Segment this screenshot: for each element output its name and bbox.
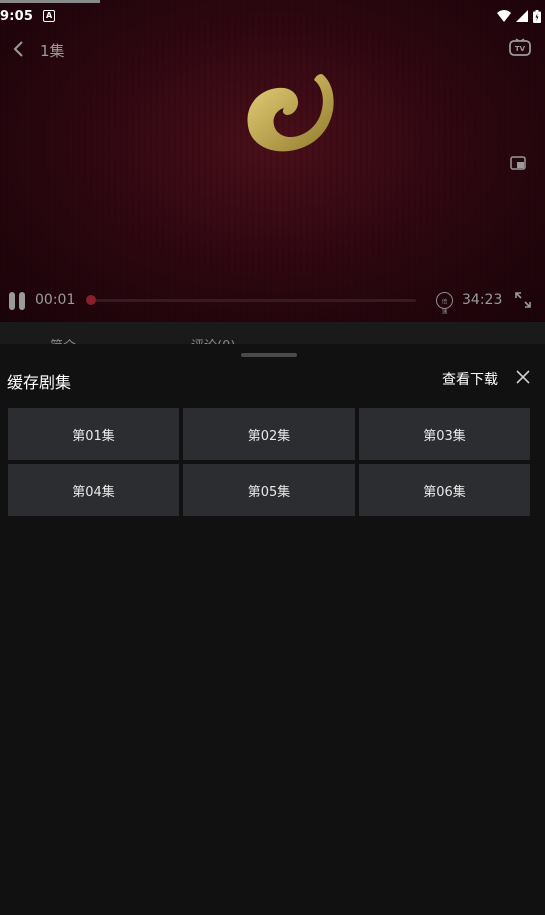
detail-tabs: 简介 评论(0) [0, 322, 545, 344]
picture-in-picture-icon[interactable] [510, 156, 526, 170]
current-time: 00:01 [35, 292, 76, 308]
fullscreen-icon[interactable] [514, 291, 532, 309]
sheet-title: 缓存剧集 [7, 373, 72, 392]
progress-thumb[interactable] [86, 295, 96, 305]
speed-icon[interactable]: 倍速 [436, 292, 453, 315]
episode-button-04[interactable]: 第04集 [8, 464, 179, 516]
episode-button-02[interactable]: 第02集 [183, 408, 355, 460]
notification-a-icon: A [43, 10, 56, 22]
close-icon[interactable] [516, 370, 530, 384]
speed-label: 倍速 [441, 298, 448, 315]
episode-grid: 第01集 第02集 第03集 第04集 第05集 第06集 [8, 408, 531, 516]
episode-button-03[interactable]: 第03集 [359, 408, 530, 460]
tab-intro[interactable]: 简介 [50, 335, 76, 344]
sheet-drag-handle[interactable] [241, 353, 297, 357]
pause-icon[interactable] [9, 292, 25, 310]
battery-icon [533, 9, 541, 23]
view-downloads-link[interactable]: 查看下载 [442, 369, 498, 389]
status-bar: 9:05 A [0, 0, 545, 32]
status-top-indicator [0, 0, 100, 3]
wifi-icon [497, 10, 511, 22]
channel-logo [247, 74, 334, 152]
status-time: 9:05 [0, 8, 34, 24]
episode-button-05[interactable]: 第05集 [183, 464, 355, 516]
progress-track[interactable] [91, 299, 416, 302]
cache-episodes-sheet: 缓存剧集 查看下载 第01集 第02集 第03集 第04集 第05集 第06集 [0, 344, 545, 915]
player-controls: 00:01 倍速 34:23 [0, 288, 545, 315]
back-arrow-icon[interactable] [10, 40, 28, 58]
total-time: 34:23 [462, 292, 503, 308]
tab-comments[interactable]: 评论(0) [191, 335, 235, 344]
episode-button-06[interactable]: 第06集 [359, 464, 530, 516]
player-top-bar: 1集 TV [0, 32, 545, 66]
signal-icon [516, 10, 528, 22]
svg-text:TV: TV [515, 45, 526, 53]
episode-title: 1集 [40, 42, 65, 60]
episode-button-01[interactable]: 第01集 [8, 408, 179, 460]
tv-cast-icon[interactable]: TV [509, 38, 531, 58]
